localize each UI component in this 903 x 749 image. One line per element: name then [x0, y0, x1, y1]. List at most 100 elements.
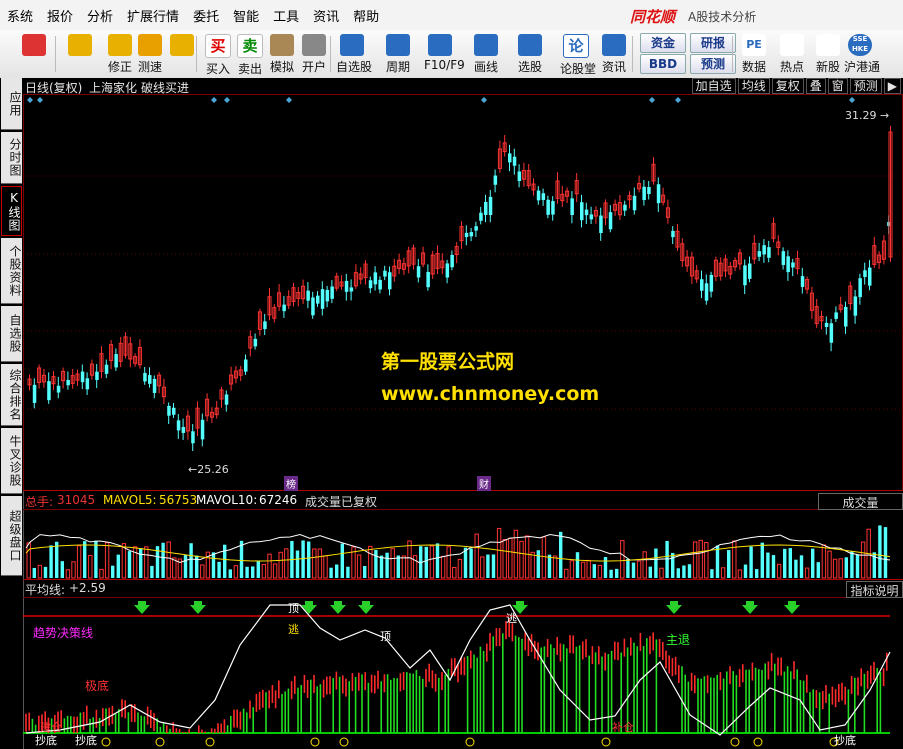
indicator-help-button[interactable]: 指标说明: [846, 581, 903, 598]
toolbar-23-button[interactable]: SSE HKE 沪港通: [844, 32, 880, 76]
sidebar-tab[interactable]: K线图: [1, 186, 22, 236]
price-panel-border: [23, 94, 903, 491]
candle-down: [488, 196, 493, 216]
menu-item[interactable]: 工具: [266, 6, 306, 25]
toolbar: 修正 测速 买买入卖卖出 模拟 开户 自选股 周期 F10/F9 画线 选股 论论股堂 资讯 资金 BBD…: [0, 30, 903, 79]
toolbar-0-button[interactable]: [18, 32, 50, 76]
period-label[interactable]: 日线(复权): [25, 79, 82, 96]
toolbar-3-button[interactable]: 测速: [134, 32, 166, 76]
volume-bar: [671, 552, 675, 578]
chart-option-button[interactable]: 窗: [827, 78, 848, 94]
candle-up: [219, 389, 224, 400]
toolbar-11-button[interactable]: F10/F9: [424, 32, 465, 76]
menu-bar: 系统 报价 分析 扩展行情 委托 智能 工具 资讯 帮助 同花顺 A股技术分析: [0, 0, 903, 31]
volume-bar: [636, 560, 642, 579]
sidebar-tab[interactable]: 综合排名: [1, 364, 22, 426]
formula-name[interactable]: 破线买进: [141, 79, 189, 96]
candle-down: [757, 251, 762, 257]
candle-down: [56, 385, 61, 393]
toolbar-8-button[interactable]: 开户: [298, 32, 330, 76]
toolbar-7-button[interactable]: 模拟: [266, 32, 298, 76]
toolbar-4-button[interactable]: [166, 32, 198, 76]
sidebar-tab[interactable]: 个股资料: [1, 238, 22, 304]
toolbar-separator: [632, 36, 633, 72]
volume-bar: [760, 542, 764, 578]
candle-up: [728, 265, 733, 275]
toolbar-label: 买入: [205, 62, 230, 76]
toolbar-18-button[interactable]: 研报: [690, 33, 736, 53]
toolbar-14-button[interactable]: 论论股堂: [560, 32, 596, 76]
expand-arrow-icon[interactable]: ▶: [883, 78, 901, 94]
chart-option-button[interactable]: 均线: [737, 78, 770, 94]
candle-down: [536, 190, 541, 201]
chart-option-button[interactable]: 加自选: [691, 78, 736, 94]
volume-bar: [217, 561, 221, 578]
volume-bar: [121, 543, 127, 579]
volume-bar: [172, 557, 177, 579]
toolbar-label: 选股: [517, 60, 542, 74]
volume-bar: [435, 543, 440, 578]
toolbar-1-button[interactable]: [64, 32, 96, 76]
toolbar-13-button[interactable]: 选股: [514, 32, 546, 76]
candle-up: [617, 202, 622, 216]
watermark-title: 第一股票公式网: [381, 351, 515, 373]
candle-down: [647, 187, 651, 194]
candle-up: [214, 407, 219, 416]
toolbar-label: 卖出: [237, 62, 262, 76]
sidebar-tab[interactable]: 自选股: [1, 306, 22, 362]
volume-bar: [71, 561, 76, 579]
chart-option-button[interactable]: 复权: [771, 78, 804, 94]
menu-item[interactable]: 扩展行情: [120, 6, 186, 25]
menu-item[interactable]: 系统: [0, 6, 40, 25]
volume-bar: [575, 552, 580, 578]
toolbar-2-button[interactable]: 修正: [104, 32, 136, 76]
toolbar-15-button[interactable]: 资讯: [598, 32, 630, 76]
candle-down: [344, 280, 349, 292]
sell-arrow-icon: [358, 601, 374, 614]
volume-bar: [749, 546, 753, 578]
menu-item[interactable]: 智能: [226, 6, 266, 25]
volume-bar: [407, 540, 412, 579]
volume-bar: [855, 554, 860, 578]
menu-item[interactable]: 帮助: [346, 6, 386, 25]
candle-up: [75, 373, 80, 381]
candle-up: [411, 247, 416, 265]
toolbar-10-button[interactable]: 周期: [382, 32, 414, 76]
volume-bar: [239, 540, 244, 578]
toolbar-separator: [732, 36, 733, 72]
candle-up: [805, 279, 810, 290]
sell-arrow-icon: [134, 601, 150, 614]
finance-marker[interactable]: 财: [477, 476, 491, 491]
menu-item[interactable]: 资讯: [306, 6, 346, 25]
volume-bar: [631, 562, 636, 578]
toolbar-21-button[interactable]: 热点: [776, 32, 808, 76]
sidebar-tab[interactable]: 牛叉诊股: [1, 428, 22, 494]
indicator-text: 主退: [666, 633, 690, 647]
menu-item[interactable]: 报价: [40, 6, 80, 25]
lock-icon: [302, 34, 326, 56]
sidebar-tab[interactable]: 分时图: [1, 132, 22, 184]
sidebar-tab[interactable]: 超级盘口: [1, 496, 22, 576]
volume-bar: [183, 554, 188, 578]
volume-indicator-select[interactable]: 成交量: [818, 493, 903, 510]
toolbar-6-button[interactable]: 卖卖出: [234, 32, 266, 76]
volume-bar: [665, 540, 669, 578]
toolbar-9-button[interactable]: 自选股: [336, 32, 372, 76]
menu-item[interactable]: 分析: [80, 6, 120, 25]
chart-option-button[interactable]: 叠: [805, 78, 826, 94]
toolbar-16-button[interactable]: 资金: [640, 33, 686, 53]
toolbar-22-button[interactable]: 新股: [812, 32, 844, 76]
toolbar-20-button[interactable]: PE 数据: [738, 32, 770, 76]
sidebar-tab[interactable]: 应用: [1, 78, 22, 130]
menu-item[interactable]: 委托: [186, 6, 226, 25]
volume-bar: [379, 555, 384, 578]
rank-marker[interactable]: 榜: [284, 476, 298, 491]
chart-option-button[interactable]: 预测: [849, 78, 882, 94]
toolbar-17-button[interactable]: BBD: [640, 54, 686, 74]
toolbar-5-button[interactable]: 买买入: [202, 32, 234, 76]
volume-bar: [104, 542, 110, 579]
candle-up: [497, 148, 502, 169]
candle-up: [888, 131, 893, 258]
toolbar-12-button[interactable]: 画线: [470, 32, 502, 76]
toolbar-19-button[interactable]: 预测: [690, 54, 736, 74]
